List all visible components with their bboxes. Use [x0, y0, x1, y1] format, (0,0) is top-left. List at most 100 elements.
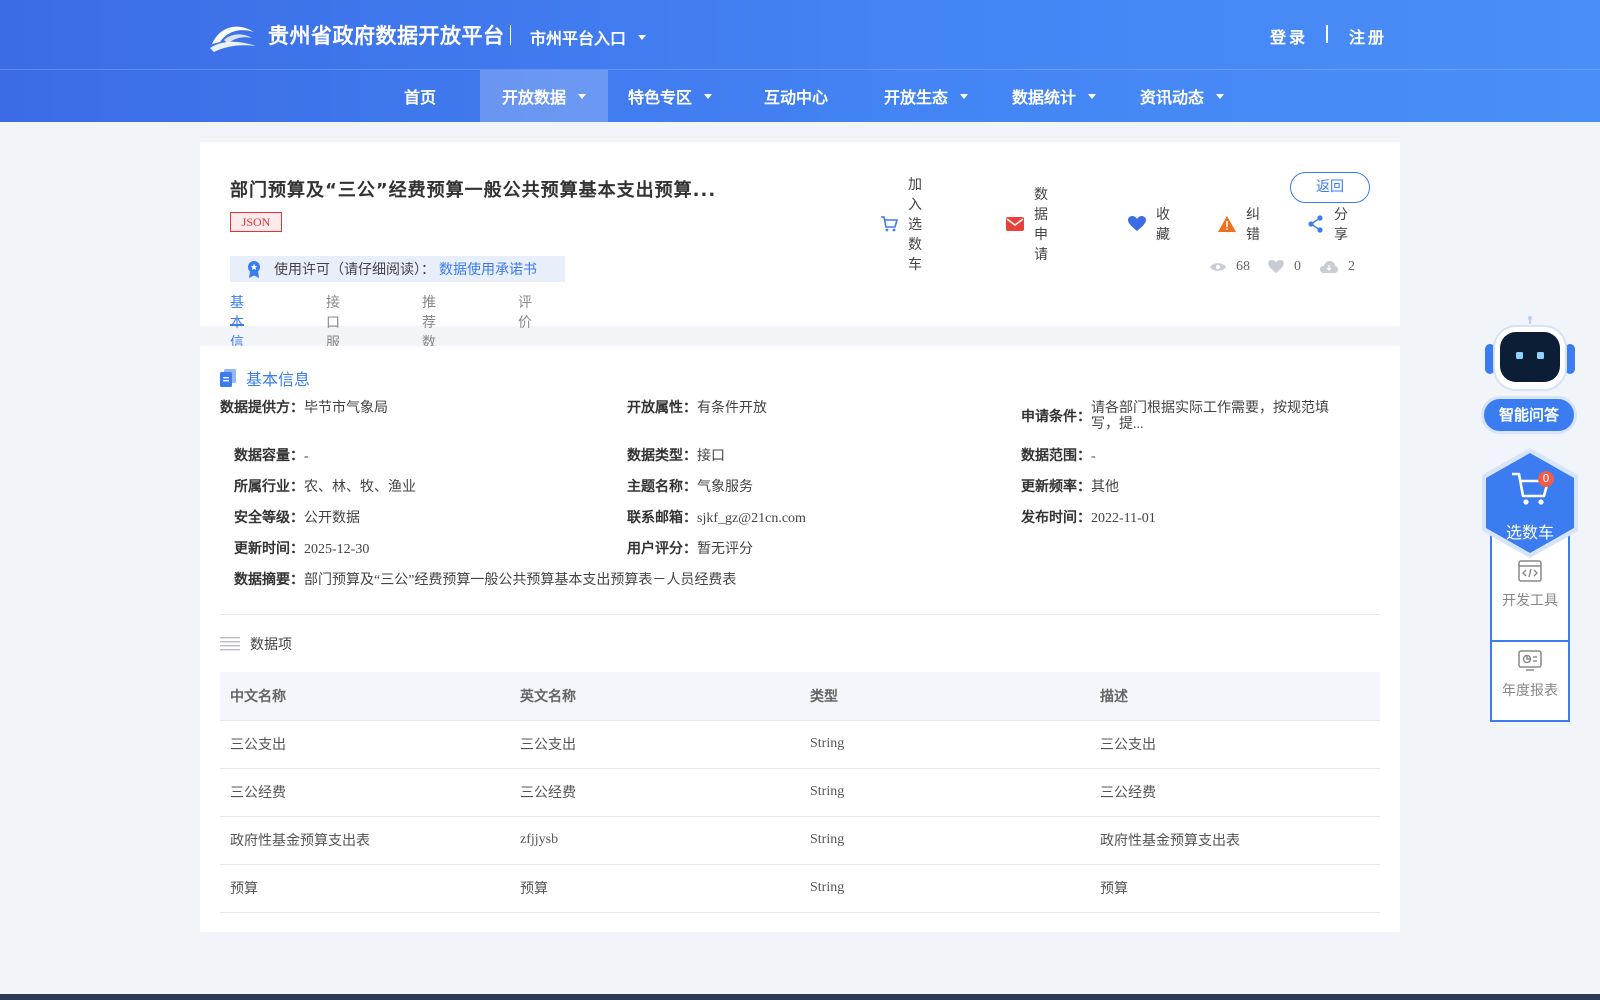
tab-basic-info[interactable]: 基本信息	[230, 292, 244, 371]
site-logo-icon[interactable]	[208, 18, 258, 52]
field-value: 2025-12-30	[304, 542, 370, 557]
field-label: 数据范围：	[1021, 448, 1091, 464]
format-tag: JSON	[230, 212, 282, 232]
share-label: 分享	[1334, 207, 1348, 243]
field-label: 开放属性：	[627, 400, 697, 416]
field-provider: 数据提供方：毕节市气象局	[220, 400, 388, 417]
caret-down-icon	[1088, 93, 1096, 99]
field-value: 2022-11-01	[1091, 511, 1156, 526]
nav-item-special-zone[interactable]: 特色专区	[612, 70, 728, 122]
nav-item-statistics[interactable]: 数据统计	[996, 70, 1112, 122]
document-icon	[220, 369, 236, 387]
cart-label: 选数车	[1505, 523, 1554, 542]
data-items-table: 中文名称 英文名称 类型 描述 三公支出 三公支出 String 三公支出 三公…	[220, 672, 1380, 913]
column-header: 描述	[1090, 672, 1380, 721]
basic-info-title: 基本信息	[246, 370, 311, 389]
nav-item-open-data[interactable]: 开放数据	[480, 70, 608, 122]
mail-icon	[1006, 217, 1024, 231]
download-count: 2	[1320, 259, 1355, 275]
field-label: 发布时间：	[1021, 510, 1091, 526]
data-apply-button[interactable]: 数据申请	[1006, 187, 1048, 263]
basic-info-card: 基本信息 数据提供方：毕节市气象局 开放属性：有条件开放 申请条件： 请各部门根据…	[200, 346, 1400, 932]
add-to-cart-button[interactable]: 加入选数车	[880, 177, 922, 273]
dev-tools-label: 开发工具	[1502, 593, 1558, 609]
table-cell: 三公经费	[1090, 768, 1380, 817]
field-value: 公开数据	[304, 511, 360, 526]
field-open-attr: 开放属性：有条件开放	[627, 400, 767, 417]
nav-item-news[interactable]: 资讯动态	[1124, 70, 1240, 122]
field-label: 安全等级：	[234, 510, 304, 526]
award-icon	[248, 261, 260, 278]
field-label: 用户评分：	[627, 541, 697, 557]
table-cell: 三公支出	[220, 720, 510, 769]
dataset-title: 部门预算及“三公”经费预算一般公共预算基本支出预算...	[230, 180, 717, 201]
view-count: 68	[1210, 259, 1250, 275]
field-value: sjkf_gz@21cn.com	[697, 511, 806, 526]
nav-label: 数据统计	[1011, 88, 1076, 107]
tab-rating[interactable]: 评价	[518, 292, 532, 331]
field-value: 气象服务	[697, 480, 753, 495]
field-value: 接口	[697, 449, 725, 464]
annual-report-button[interactable]: 年度报表	[1492, 650, 1568, 700]
heart-icon	[1128, 216, 1146, 231]
table-cell: String	[800, 864, 1090, 913]
table-cell: 三公经费	[220, 768, 510, 817]
city-platform-dropdown[interactable]: 市州平台入口	[530, 25, 647, 49]
dev-tools-button[interactable]: 开发工具	[1492, 560, 1568, 610]
auth-divider	[1326, 25, 1328, 43]
register-link[interactable]: 注册	[1349, 24, 1387, 48]
nav-item-ecosystem[interactable]: 开放生态	[868, 70, 984, 122]
robot-icon[interactable]	[1482, 314, 1578, 394]
download-count-value: 2	[1348, 259, 1355, 274]
nav-label: 互动中心	[763, 88, 828, 107]
field-label: 更新频率：	[1021, 479, 1091, 495]
table-cell: 三公经费	[510, 768, 800, 817]
license-label: 使用许可（请仔细阅读）：	[274, 262, 435, 278]
share-icon	[1308, 215, 1323, 233]
field-value: -	[304, 449, 309, 464]
field-label: 数据提供方：	[220, 400, 304, 416]
field-label: 联系邮箱：	[627, 510, 697, 526]
back-button[interactable]: 返回	[1290, 172, 1370, 203]
field-update-time: 更新时间：2025-12-30	[234, 541, 369, 558]
list-icon	[220, 637, 240, 651]
nav-item-interaction[interactable]: 互动中心	[750, 70, 842, 122]
share-button[interactable]: 分享	[1308, 207, 1348, 243]
field-value: 有条件开放	[697, 401, 767, 416]
column-header: 中文名称	[220, 672, 510, 721]
favorite-label: 收藏	[1156, 207, 1170, 243]
tab-recommended[interactable]: 推荐数据	[422, 292, 436, 371]
caret-down-icon	[1216, 93, 1224, 99]
field-value: 毕节市气象局	[304, 401, 388, 416]
usage-license-bar: 使用许可（请仔细阅读）： 数据使用承诺书	[230, 256, 565, 282]
login-link[interactable]: 登录	[1270, 24, 1308, 48]
field-value: 请各部门根据实际工作需要，按规范填写，提...	[1091, 401, 1329, 432]
float-divider	[1492, 640, 1568, 642]
add-to-cart-label: 加入选数车	[908, 177, 922, 273]
field-label: 申请条件：	[1021, 409, 1091, 425]
nav-label: 特色专区	[627, 88, 692, 107]
city-platform-label: 市州平台入口	[530, 29, 627, 48]
field-label: 所属行业：	[234, 479, 304, 495]
caret-down-icon	[704, 93, 712, 99]
field-theme: 主题名称：气象服务	[627, 479, 753, 496]
favorite-button[interactable]: 收藏	[1128, 207, 1170, 243]
report-error-button[interactable]: 纠错	[1218, 207, 1260, 243]
field-label: 主题名称：	[627, 479, 697, 495]
tab-api-service[interactable]: 接口服务	[326, 292, 340, 371]
field-capacity: 数据容量：-	[234, 448, 309, 465]
like-count-value: 0	[1294, 259, 1301, 274]
license-link[interactable]: 数据使用承诺书	[439, 259, 537, 279]
column-header: 类型	[800, 672, 1090, 721]
table-cell: String	[800, 816, 1090, 865]
table-cell: 三公支出	[1090, 720, 1380, 769]
ai-qa-button[interactable]: 智能问答	[1481, 396, 1577, 434]
main-nav: 首页 开放数据 特色专区 互动中心 开放生态 数据统计 资讯动态	[0, 70, 1600, 122]
caret-down-icon	[638, 34, 647, 40]
nav-item-home[interactable]: 首页	[387, 70, 453, 122]
data-items-heading: 数据项	[220, 634, 292, 654]
basic-info-heading: 基本信息	[220, 366, 310, 390]
field-industry: 所属行业：农、林、牧、渔业	[234, 479, 416, 496]
cart-icon	[881, 216, 898, 232]
site-title[interactable]: 贵州省政府数据开放平台	[268, 20, 505, 50]
